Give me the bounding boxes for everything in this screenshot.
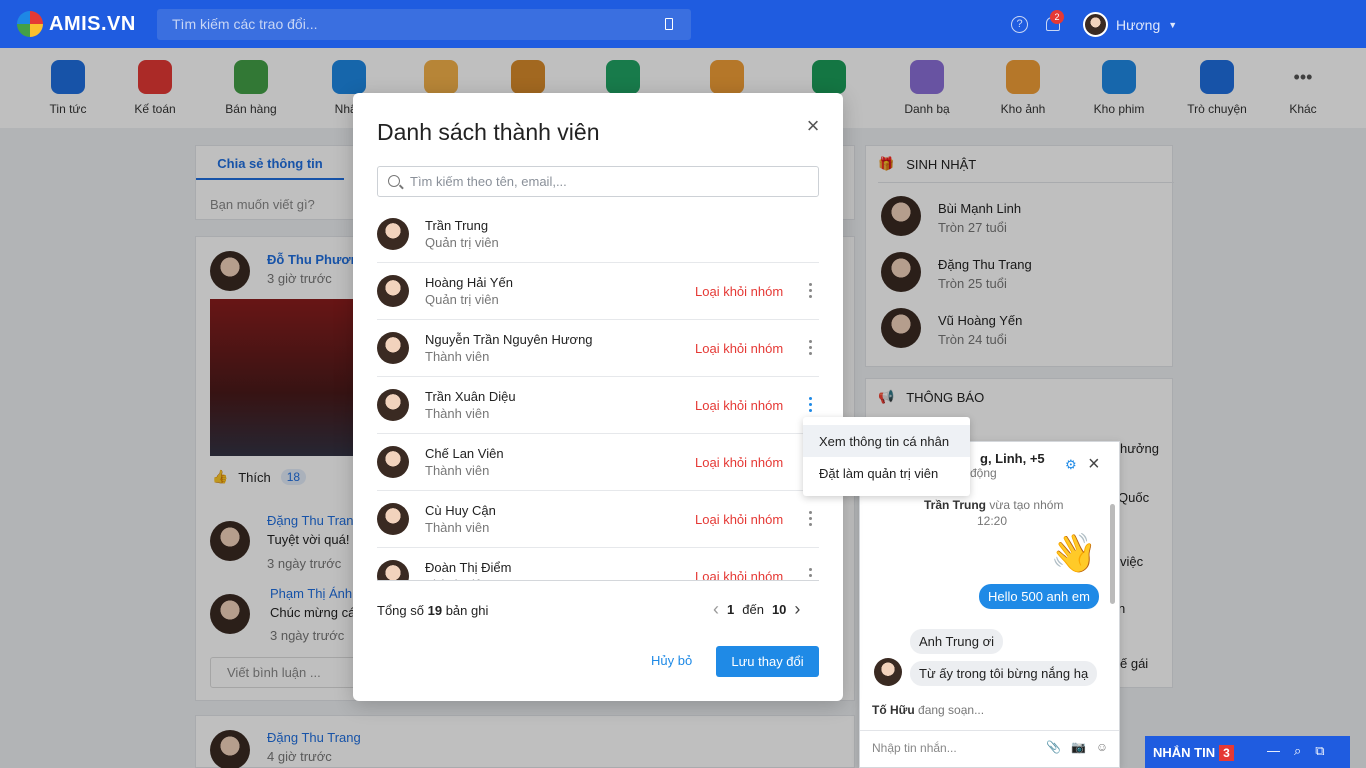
remove-member-button[interactable]: Loại khỏi nhóm	[695, 398, 783, 413]
member-row: Trần Trung Quản trị viên	[377, 206, 819, 263]
more-options-icon[interactable]	[805, 511, 815, 527]
chat-message-mine: Hello 500 anh em	[979, 584, 1099, 609]
chat-dock-count: 3	[1219, 745, 1234, 761]
typing-name: Tố Hữu	[872, 703, 915, 717]
camera-icon[interactable]: 📷	[1071, 740, 1086, 754]
user-name: Hương	[1116, 16, 1161, 33]
top-bar: AMIS.VN Tìm kiếm các trao đổi... ? 2 Hươ…	[0, 0, 1366, 48]
system-text: vừa tạo nhóm	[989, 498, 1064, 512]
more-options-icon[interactable]	[805, 340, 815, 356]
wave-emoji: 👋	[1050, 533, 1098, 575]
remove-member-button[interactable]: Loại khỏi nhóm	[695, 569, 783, 580]
user-menu[interactable]: Hương ▼	[1083, 12, 1177, 37]
avatar	[377, 332, 409, 364]
member-name: Trần Xuân Diệu	[425, 389, 516, 404]
member-context-menu: Xem thông tin cá nhân Đặt làm quản trị v…	[803, 417, 970, 496]
more-options-icon[interactable]	[805, 283, 815, 299]
member-name: Hoàng Hải Yến	[425, 275, 513, 290]
remove-member-button[interactable]: Loại khỏi nhóm	[695, 341, 783, 356]
total-count: Tổng số 19 bản ghi	[377, 603, 488, 618]
search-icon[interactable]: ⌕	[1294, 743, 1301, 759]
typing-text: đang soạn...	[918, 703, 985, 717]
avatar	[1083, 12, 1108, 37]
search-shortcut-icon	[665, 18, 673, 30]
avatar	[874, 658, 902, 686]
avatar	[377, 560, 409, 580]
member-row: Chế Lan Viên Thành viên Loại khỏi nhóm	[377, 434, 819, 491]
member-role: Thành viên	[425, 520, 490, 535]
chevron-down-icon: ▼	[1168, 19, 1178, 30]
member-name: Cù Huy Cận	[425, 503, 496, 518]
total-number: 19	[427, 603, 443, 618]
pagination: ‹ 1 đến 10 ›	[713, 599, 800, 620]
minimize-icon[interactable]: —	[1267, 743, 1280, 759]
amis-logo[interactable]: AMIS.VN	[17, 11, 136, 37]
remove-member-button[interactable]: Loại khỏi nhóm	[695, 455, 783, 470]
member-row: Cù Huy Cận Thành viên Loại khỏi nhóm	[377, 491, 819, 548]
page-to: 10	[771, 602, 787, 617]
chat-message: Anh Trung ơi	[910, 629, 1004, 654]
member-role: Thành viên	[425, 577, 489, 580]
member-list-modal: Danh sách thành viên × Tìm kiếm theo tên…	[353, 93, 843, 701]
notification-badge: 2	[1050, 10, 1064, 24]
member-row: Đoàn Thị Điểm Thành viên Loại khỏi nhóm	[377, 548, 819, 580]
member-name: Đoàn Thị Điểm	[425, 560, 512, 575]
avatar	[377, 503, 409, 535]
remove-member-button[interactable]: Loại khỏi nhóm	[695, 284, 783, 299]
chat-message: Từ ấy trong tôi bừng nắng hạ	[910, 661, 1098, 686]
close-icon[interactable]: ×	[804, 115, 822, 137]
menu-item-view-profile[interactable]: Xem thông tin cá nhân	[803, 425, 970, 457]
logo-icon	[17, 11, 43, 37]
next-page-icon[interactable]: ›	[794, 599, 800, 620]
save-button[interactable]: Lưu thay đổi	[716, 646, 819, 677]
total-prefix: Tổng số	[377, 603, 424, 618]
help-icon[interactable]: ?	[1011, 16, 1028, 33]
popout-icon[interactable]: ⧉	[1315, 743, 1324, 759]
global-search-input[interactable]: Tìm kiếm các trao đổi...	[157, 9, 691, 40]
remove-member-button[interactable]: Loại khỏi nhóm	[695, 512, 783, 527]
attach-icon[interactable]: 📎	[1046, 740, 1061, 754]
total-suffix: bản ghi	[445, 603, 489, 618]
member-name: Nguyễn Trần Nguyên Hương	[425, 332, 593, 347]
page-mid: đến	[742, 602, 764, 617]
member-row: Nguyễn Trần Nguyên Hương Thành viên Loại …	[377, 320, 819, 377]
chat-input-placeholder: Nhập tin nhắn...	[872, 741, 957, 755]
member-row: Trần Xuân Diệu Thành viên Loại khỏi nhóm	[377, 377, 819, 434]
emoji-icon[interactable]: ☺	[1096, 740, 1108, 754]
member-list: Trần Trung Quản trị viên Hoàng Hải Yến Q…	[377, 206, 819, 581]
gear-icon[interactable]: ⚙	[1065, 457, 1077, 473]
member-role: Quản trị viên	[425, 235, 499, 250]
system-time: 12:20	[977, 514, 1008, 528]
member-role: Thành viên	[425, 406, 490, 421]
modal-title: Danh sách thành viên	[377, 119, 600, 145]
cancel-button[interactable]: Hủy bỏ	[651, 653, 692, 668]
member-row: Hoàng Hải Yến Quản trị viên Loại khỏi nhó…	[377, 263, 819, 320]
member-role: Thành viên	[425, 349, 490, 364]
member-name: Chế Lan Viên	[425, 446, 504, 461]
avatar	[377, 218, 409, 250]
chat-dock[interactable]: NHẮN TIN 3 — ⌕ ⧉	[1145, 736, 1350, 768]
member-name: Trần Trung	[425, 218, 489, 233]
page-from: 1	[727, 602, 735, 617]
logo-text: AMIS.VN	[49, 12, 136, 35]
search-placeholder: Tìm kiếm các trao đổi...	[172, 16, 318, 32]
chat-subtitle: động	[970, 466, 997, 480]
system-name: Trần Trung	[924, 498, 987, 512]
menu-item-make-admin[interactable]: Đặt làm quản trị viên	[803, 457, 970, 489]
member-search-input[interactable]: Tìm kiếm theo tên, email,...	[377, 166, 819, 197]
more-options-icon[interactable]	[805, 397, 815, 413]
member-role: Quản trị viên	[425, 292, 499, 307]
scrollbar[interactable]	[1110, 504, 1115, 604]
chat-dock-label: NHẮN TIN	[1153, 745, 1216, 760]
avatar	[377, 389, 409, 421]
search-icon	[388, 175, 400, 187]
avatar	[377, 275, 409, 307]
member-role: Thành viên	[425, 463, 490, 478]
close-icon[interactable]: ×	[1088, 453, 1100, 476]
prev-page-icon[interactable]: ‹	[713, 599, 719, 620]
more-options-icon[interactable]	[805, 568, 815, 580]
chat-title: g, Linh, +5	[980, 451, 1045, 466]
avatar	[377, 446, 409, 478]
search-placeholder: Tìm kiếm theo tên, email,...	[410, 174, 567, 189]
